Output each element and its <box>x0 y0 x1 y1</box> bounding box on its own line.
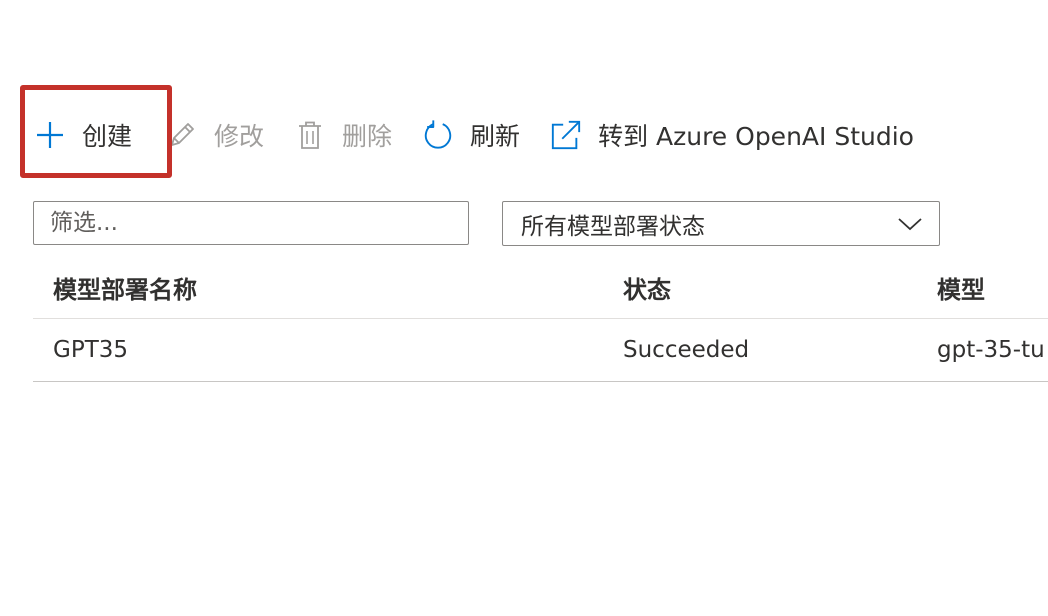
deployments-table: 模型部署名称 状态 模型 GPT35 Succeeded gpt-35-tu <box>33 256 1048 382</box>
deployments-page: 创建 修改 删除 刷新 转到 Azure OpenAI Studio 筛选...… <box>0 0 1048 616</box>
plus-icon <box>34 119 66 151</box>
filter-input[interactable] <box>33 201 469 245</box>
trash-icon <box>294 119 326 151</box>
chevron-down-icon <box>897 216 923 232</box>
refresh-button[interactable]: 刷新 <box>422 108 520 162</box>
edit-button[interactable]: 修改 <box>166 108 264 162</box>
deployment-status-cell: Succeeded <box>623 337 750 363</box>
delete-button-label: 删除 <box>342 122 393 151</box>
open-studio-link[interactable]: 转到 Azure OpenAI Studio <box>550 108 914 162</box>
deployment-model-cell: gpt-35-tu <box>937 337 1045 363</box>
open-studio-label: 转到 Azure OpenAI Studio <box>598 122 914 151</box>
external-link-icon <box>550 119 582 151</box>
column-header-status[interactable]: 状态 <box>623 270 671 305</box>
delete-button[interactable]: 删除 <box>294 108 392 162</box>
refresh-button-label: 刷新 <box>470 122 521 151</box>
table-header: 模型部署名称 状态 模型 <box>33 256 1048 319</box>
create-button[interactable]: 创建 <box>34 108 132 162</box>
edit-button-label: 修改 <box>214 122 265 151</box>
column-header-name[interactable]: 模型部署名称 <box>53 270 197 305</box>
refresh-icon <box>422 119 454 151</box>
pencil-icon <box>166 119 198 151</box>
create-button-label: 创建 <box>82 122 133 151</box>
status-filter-value: 所有模型部署状态 <box>521 213 705 240</box>
table-row[interactable]: GPT35 Succeeded gpt-35-tu <box>33 319 1048 382</box>
deployment-name-cell[interactable]: GPT35 <box>53 337 128 363</box>
column-header-model[interactable]: 模型 <box>937 270 985 305</box>
command-bar: 创建 修改 删除 刷新 转到 Azure OpenAI Studio <box>34 108 944 162</box>
status-filter-dropdown[interactable]: 所有模型部署状态 <box>502 201 940 246</box>
